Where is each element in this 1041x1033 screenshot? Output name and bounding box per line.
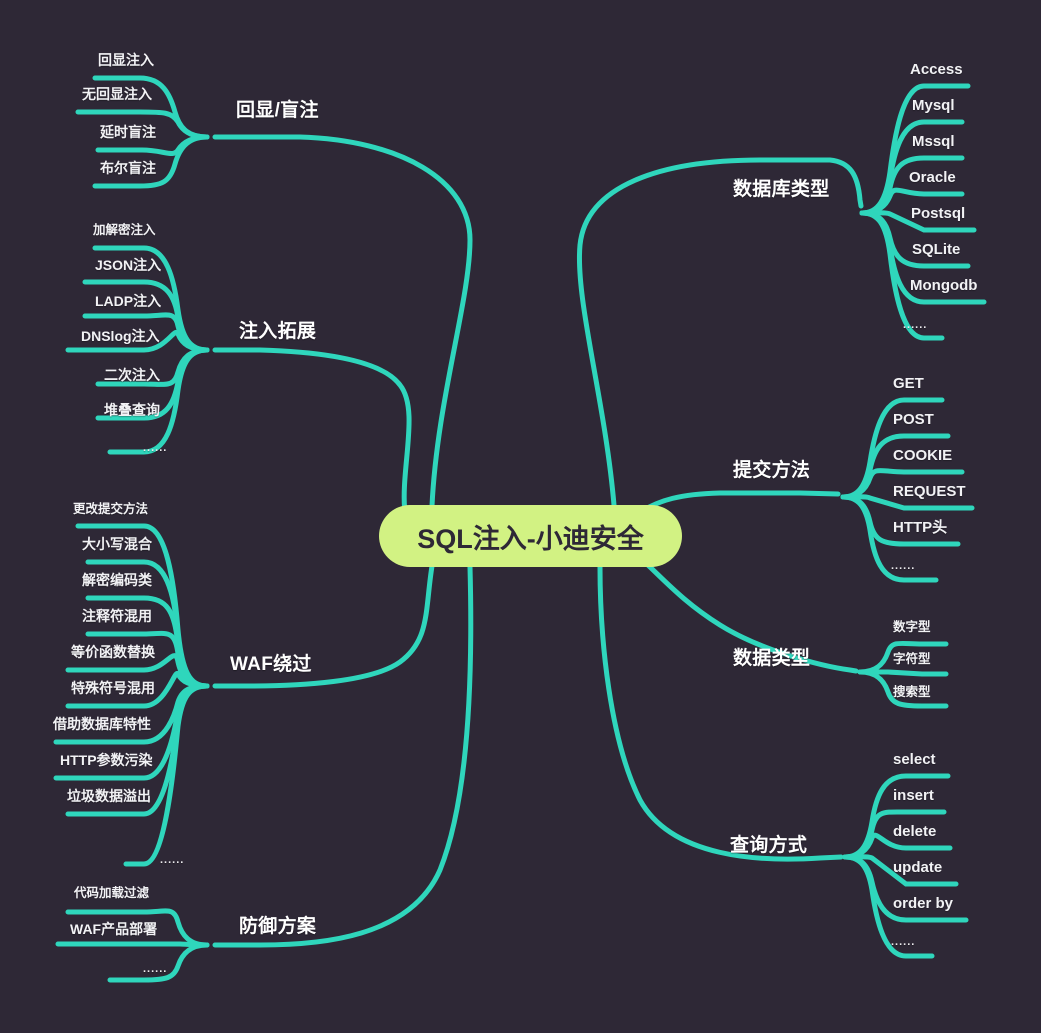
leaf-fangyu-1[interactable]: WAF产品部署 (70, 922, 157, 936)
leaf-dbtype-2[interactable]: Mssql (912, 134, 955, 149)
leaf-datatype-2[interactable]: 搜索型 (893, 686, 931, 699)
leaf-dbtype-1[interactable]: Mysql (912, 98, 955, 113)
branch-title-huixian-mangzhu[interactable]: 回显/盲注 (236, 95, 319, 122)
leaf-tuozhan-4[interactable]: 二次注入 (104, 368, 160, 382)
leaf-tuozhan-2[interactable]: LADP注入 (95, 294, 161, 308)
branch-title-chaxun-fangshi[interactable]: 查询方式 (730, 830, 807, 857)
leaf-datatype-0[interactable]: 数字型 (893, 621, 931, 634)
leaf-query-2[interactable]: delete (893, 824, 936, 839)
leaf-huixian-2[interactable]: 延时盲注 (100, 125, 156, 139)
leaf-method-4[interactable]: HTTP头 (893, 520, 947, 535)
leaf-dbtype-0[interactable]: Access (910, 62, 963, 77)
leaf-huixian-0[interactable]: 回显注入 (98, 53, 154, 67)
leaf-dbtype-3[interactable]: Oracle (909, 170, 956, 185)
leaf-query-4[interactable]: order by (893, 896, 953, 911)
branch-title-tijiao-fangfa[interactable]: 提交方法 (733, 455, 810, 482)
leaf-dbtype-5[interactable]: SQLite (912, 242, 960, 257)
leaf-tuozhan-1[interactable]: JSON注入 (95, 258, 161, 272)
leaf-datatype-1[interactable]: 字符型 (893, 653, 931, 666)
branch-title-fangyu-fangan[interactable]: 防御方案 (239, 911, 316, 938)
branch-title-waf-raoguo[interactable]: WAF绕过 (230, 649, 312, 676)
leaf-huixian-3[interactable]: 布尔盲注 (100, 161, 156, 175)
leaf-query-1[interactable]: insert (893, 788, 934, 803)
leaf-huixian-1[interactable]: 无回显注入 (82, 87, 152, 101)
leaf-query-0[interactable]: select (893, 752, 936, 767)
branch-title-shuju-leixing[interactable]: 数据类型 (733, 643, 810, 670)
leaf-waf-7[interactable]: HTTP参数污染 (60, 753, 153, 767)
leaf-method-5[interactable]: ...... (891, 561, 915, 572)
leaf-tuozhan-5[interactable]: 堆叠查询 (104, 403, 160, 417)
leaf-tuozhan-0[interactable]: 加解密注入 (93, 224, 156, 237)
branch-title-zhuru-tuozhan[interactable]: 注入拓展 (239, 316, 316, 343)
leaf-method-1[interactable]: POST (893, 412, 934, 427)
leaf-waf-1[interactable]: 大小写混合 (82, 537, 152, 551)
leaf-method-2[interactable]: COOKIE (893, 448, 952, 463)
leaf-waf-3[interactable]: 注释符混用 (82, 609, 152, 623)
leaf-dbtype-6[interactable]: Mongodb (910, 278, 977, 293)
leaf-query-3[interactable]: update (893, 860, 942, 875)
leaf-query-5[interactable]: ...... (891, 937, 915, 948)
leaf-waf-6[interactable]: 借助数据库特性 (53, 717, 151, 731)
leaf-tuozhan-6[interactable]: ...... (143, 443, 167, 454)
leaf-tuozhan-3[interactable]: DNSlog注入 (81, 329, 160, 343)
leaf-method-0[interactable]: GET (893, 376, 924, 391)
leaf-fangyu-2[interactable]: ...... (143, 964, 167, 975)
leaf-waf-9[interactable]: ...... (160, 855, 184, 866)
leaf-waf-2[interactable]: 解密编码类 (82, 573, 152, 587)
leaf-fangyu-0[interactable]: 代码加载过滤 (74, 887, 149, 900)
branch-title-shujuku-leixing[interactable]: 数据库类型 (733, 174, 830, 201)
leaf-waf-8[interactable]: 垃圾数据溢出 (67, 789, 151, 803)
leaf-method-3[interactable]: REQUEST (893, 484, 966, 499)
leaf-dbtype-7[interactable]: ...... (903, 320, 927, 331)
central-node[interactable]: SQL注入-小迪安全 (379, 505, 682, 567)
leaf-waf-5[interactable]: 特殊符号混用 (71, 681, 155, 695)
leaf-waf-4[interactable]: 等价函数替换 (71, 645, 155, 659)
central-node-label: SQL注入-小迪安全 (417, 523, 644, 554)
leaf-waf-0[interactable]: 更改提交方法 (73, 503, 148, 516)
leaf-dbtype-4[interactable]: Postsql (911, 206, 965, 221)
mindmap-canvas: SQL注入-小迪安全 回显/盲注 注入拓展 WAF绕过 防御方案 数据库类型 提… (0, 0, 1041, 1033)
